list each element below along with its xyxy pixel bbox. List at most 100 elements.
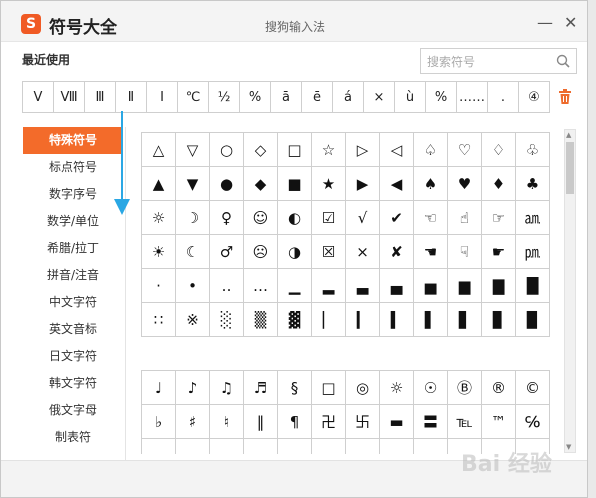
symbol-cell[interactable]: ▋: [448, 303, 482, 337]
symbol-cell[interactable]: ♩: [142, 371, 176, 405]
sidebar-item[interactable]: 数字序号: [23, 181, 123, 208]
symbol-cell[interactable]: ▁: [278, 269, 312, 303]
symbol-cell[interactable]: 卍: [312, 405, 346, 439]
symbol-cell[interactable]: ☟: [448, 235, 482, 269]
symbol-cell[interactable]: █: [516, 269, 550, 303]
symbol-cell[interactable]: [244, 439, 278, 454]
symbol-cell[interactable]: [414, 439, 448, 454]
symbol-cell[interactable]: ▄: [380, 269, 414, 303]
symbol-cell[interactable]: ☺: [244, 201, 278, 235]
symbol-cell[interactable]: ◎: [346, 371, 380, 405]
sidebar-item[interactable]: 中文字符: [23, 289, 123, 316]
symbol-cell[interactable]: ☼: [142, 201, 176, 235]
symbol-cell[interactable]: ㏘: [516, 235, 550, 269]
recent-symbol[interactable]: ×: [364, 82, 395, 112]
recent-symbol[interactable]: Ⅷ: [54, 82, 85, 112]
symbol-cell[interactable]: □: [312, 371, 346, 405]
sidebar-item[interactable]: 日文字符: [23, 343, 123, 370]
symbol-cell[interactable]: ◀: [380, 167, 414, 201]
symbol-cell[interactable]: ◐: [278, 201, 312, 235]
symbol-cell[interactable]: ▌: [414, 303, 448, 337]
symbol-cell[interactable]: ☆: [312, 133, 346, 167]
symbol-cell[interactable]: △: [142, 133, 176, 167]
search-input[interactable]: [425, 50, 554, 74]
sidebar-item[interactable]: 韩文字符: [23, 370, 123, 397]
symbol-cell[interactable]: ★: [312, 167, 346, 201]
symbol-cell[interactable]: ▃: [346, 269, 380, 303]
symbol-cell[interactable]: ✘: [380, 235, 414, 269]
recent-symbol[interactable]: ℃: [178, 82, 209, 112]
symbol-cell[interactable]: ♠: [414, 167, 448, 201]
symbol-cell[interactable]: ♢: [482, 133, 516, 167]
symbol-cell[interactable]: ☜: [414, 201, 448, 235]
symbol-cell[interactable]: ◁: [380, 133, 414, 167]
symbol-cell[interactable]: ▶: [346, 167, 380, 201]
symbol-cell[interactable]: ◇: [244, 133, 278, 167]
recent-symbol[interactable]: ā: [271, 82, 302, 112]
symbol-cell[interactable]: Ⓑ: [448, 371, 482, 405]
symbol-cell[interactable]: ℅: [516, 405, 550, 439]
symbol-cell[interactable]: ®: [482, 371, 516, 405]
symbol-cell[interactable]: ※: [176, 303, 210, 337]
symbol-cell[interactable]: ▅: [414, 269, 448, 303]
symbol-cell[interactable]: ㏂: [516, 201, 550, 235]
symbol-cell[interactable]: ◆: [244, 167, 278, 201]
symbol-cell[interactable]: ☞: [482, 201, 516, 235]
symbol-cell[interactable]: ▼: [176, 167, 210, 201]
symbol-cell[interactable]: ☹: [244, 235, 278, 269]
symbol-cell[interactable]: ▏: [312, 303, 346, 337]
symbol-cell[interactable]: [380, 439, 414, 454]
symbol-cell[interactable]: ☉: [414, 371, 448, 405]
symbol-cell[interactable]: ☑: [312, 201, 346, 235]
symbol-cell[interactable]: ‖: [244, 405, 278, 439]
symbol-cell[interactable]: ○: [210, 133, 244, 167]
symbol-cell[interactable]: ♀: [210, 201, 244, 235]
recent-symbol[interactable]: Ⅲ: [85, 82, 116, 112]
sidebar-item[interactable]: 特殊符号: [23, 127, 123, 154]
symbol-cell[interactable]: ▍: [380, 303, 414, 337]
symbol-cell[interactable]: ●: [210, 167, 244, 201]
symbol-cell[interactable]: ♭: [142, 405, 176, 439]
symbol-cell[interactable]: ×: [346, 235, 380, 269]
symbol-cell[interactable]: ✔: [380, 201, 414, 235]
sidebar-item[interactable]: 制表符: [23, 424, 123, 451]
sidebar-item[interactable]: 拼音/注音: [23, 262, 123, 289]
close-button[interactable]: ✕: [564, 15, 577, 31]
symbol-cell[interactable]: ℡: [448, 405, 482, 439]
search-box[interactable]: [420, 48, 577, 74]
scroll-up-icon[interactable]: ▲: [566, 131, 571, 139]
symbol-cell[interactable]: ■: [278, 167, 312, 201]
symbol-cell[interactable]: [176, 439, 210, 454]
symbol-cell[interactable]: √: [346, 201, 380, 235]
symbol-cell[interactable]: ▽: [176, 133, 210, 167]
symbol-cell[interactable]: [142, 439, 176, 454]
recent-symbol[interactable]: Ⅰ: [147, 82, 178, 112]
symbol-cell[interactable]: ▉: [516, 303, 550, 337]
symbol-cell[interactable]: ☼: [380, 371, 414, 405]
symbol-cell[interactable]: ♂: [210, 235, 244, 269]
recent-symbol[interactable]: %: [240, 82, 271, 112]
symbol-cell[interactable]: ▲: [142, 167, 176, 201]
symbol-cell[interactable]: ♮: [210, 405, 244, 439]
symbol-cell[interactable]: [312, 439, 346, 454]
scroll-down-icon[interactable]: ▼: [566, 443, 571, 451]
symbol-cell[interactable]: ♯: [176, 405, 210, 439]
recent-symbol[interactable]: ½: [209, 82, 240, 112]
recent-symbol[interactable]: ……: [457, 82, 488, 112]
symbol-cell[interactable]: ☽: [176, 201, 210, 235]
symbol-cell[interactable]: ☾: [176, 235, 210, 269]
sidebar-item[interactable]: 希腊/拉丁: [23, 235, 123, 262]
recent-symbol[interactable]: %: [426, 82, 457, 112]
symbol-cell[interactable]: [210, 439, 244, 454]
symbol-cell[interactable]: ▆: [448, 269, 482, 303]
symbol-cell[interactable]: ♥: [448, 167, 482, 201]
symbol-cell[interactable]: ♫: [210, 371, 244, 405]
symbol-cell[interactable]: ♡: [448, 133, 482, 167]
symbol-cell[interactable]: ™: [482, 405, 516, 439]
recent-symbol[interactable]: ④: [519, 82, 549, 112]
symbol-cell[interactable]: ▎: [346, 303, 380, 337]
trash-icon[interactable]: [558, 89, 572, 105]
recent-symbol[interactable]: .: [488, 82, 519, 112]
symbol-cell[interactable]: •: [176, 269, 210, 303]
symbol-cell[interactable]: 〓: [414, 405, 448, 439]
